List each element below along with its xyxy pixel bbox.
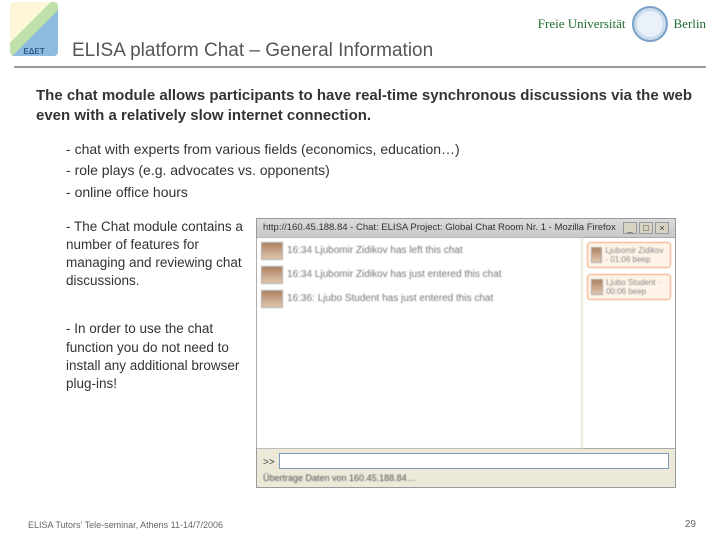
grnet-logo: ΕΔΕΤ — [10, 2, 58, 56]
avatar-icon — [261, 290, 283, 308]
user-label: Ljubo Student · 00:06 beep — [606, 278, 667, 296]
fub-seal-icon — [632, 6, 668, 42]
chat-message: 16:34 Ljubomir Zidikov has left this cha… — [261, 242, 577, 260]
side-list: The Chat module contains a number of fea… — [36, 218, 246, 424]
status-bar: Übertrage Daten von 160.45.188.84… — [263, 473, 669, 483]
user-item: Ljubomir Zidikov · 01:06 beep — [587, 242, 671, 268]
fub-label: Freie Universität — [538, 16, 626, 32]
fub-city: Berlin — [674, 16, 707, 32]
list-item: In order to use the chat function you do… — [66, 320, 246, 393]
intro-text: The chat module allows participants to h… — [36, 86, 694, 127]
list-item: The Chat module contains a number of fea… — [66, 218, 246, 291]
list-item: role plays (e.g. advocates vs. opponents… — [66, 160, 694, 182]
avatar-icon — [261, 242, 283, 260]
window-title: http://160.45.188.84 - Chat: ELISA Proje… — [263, 222, 616, 233]
feature-list: chat with experts from various fields (e… — [36, 139, 694, 204]
chat-screenshot: http://160.45.188.84 - Chat: ELISA Proje… — [256, 218, 676, 488]
user-label: Ljubomir Zidikov · 01:06 beep — [605, 246, 667, 264]
slide-header: ΕΔΕΤ Freie Universität Berlin ELISA plat… — [0, 0, 720, 66]
message-text: 16:34 Ljubomir Zidikov has left this cha… — [287, 245, 463, 256]
minimize-icon: _ — [623, 222, 637, 234]
page-number: 29 — [685, 519, 696, 530]
chat-input[interactable] — [279, 453, 669, 469]
message-text: 16:36: Ljubo Student has just entered th… — [287, 293, 493, 304]
chat-user-list: Ljubomir Zidikov · 01:06 beep Ljubo Stud… — [583, 238, 675, 448]
slide-footer: ELISA Tutors' Tele-seminar, Athens 11-14… — [28, 520, 223, 530]
slide-body: The chat module allows participants to h… — [0, 68, 720, 488]
chat-input-area: >> Übertrage Daten von 160.45.188.84… — [257, 448, 675, 487]
fub-logo: Freie Universität Berlin — [538, 6, 706, 42]
prompt-icon: >> — [263, 457, 275, 468]
list-item: chat with experts from various fields (e… — [66, 139, 694, 161]
page-title: ELISA platform Chat – General Informatio… — [72, 40, 433, 62]
window-titlebar: http://160.45.188.84 - Chat: ELISA Proje… — [257, 219, 675, 238]
avatar-icon — [261, 266, 283, 284]
chat-messages: 16:34 Ljubomir Zidikov has left this cha… — [257, 238, 583, 448]
maximize-icon: □ — [639, 222, 653, 234]
grnet-label: ΕΔΕΤ — [23, 47, 44, 56]
message-text: 16:34 Ljubomir Zidikov has just entered … — [287, 269, 502, 280]
avatar-icon — [591, 279, 603, 295]
chat-message: 16:34 Ljubomir Zidikov has just entered … — [261, 266, 577, 284]
window-buttons: _ □ × — [623, 222, 669, 234]
chat-message: 16:36: Ljubo Student has just entered th… — [261, 290, 577, 308]
list-item: online office hours — [66, 182, 694, 204]
user-item: Ljubo Student · 00:06 beep — [587, 274, 671, 300]
avatar-icon — [591, 247, 602, 263]
close-icon: × — [655, 222, 669, 234]
